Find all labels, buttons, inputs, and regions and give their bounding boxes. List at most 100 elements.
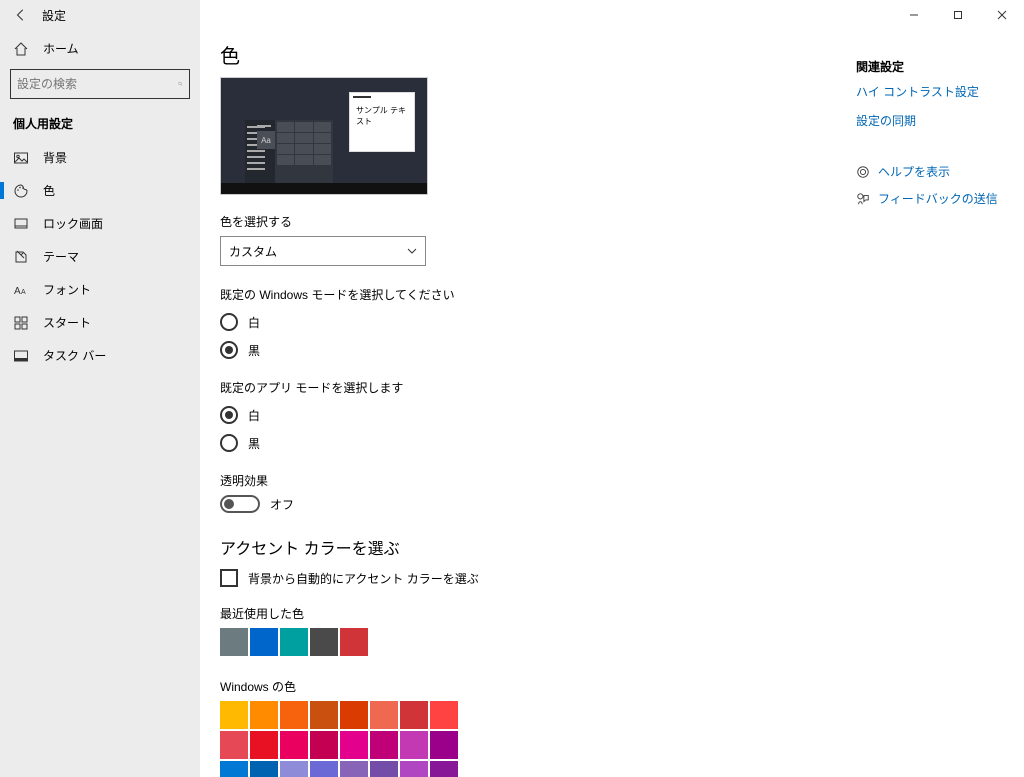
color-swatch[interactable] [400, 701, 428, 729]
sidebar-item-lockscreen[interactable]: ロック画面 [0, 207, 200, 240]
color-swatch[interactable] [340, 628, 368, 656]
color-swatch[interactable] [220, 628, 248, 656]
color-swatch[interactable] [430, 701, 458, 729]
page-title: 色 [220, 40, 836, 69]
radio-label: 黒 [248, 435, 260, 452]
color-swatch[interactable] [370, 701, 398, 729]
search-input-wrapper[interactable] [10, 69, 190, 99]
color-swatch[interactable] [280, 628, 308, 656]
color-swatch[interactable] [370, 731, 398, 759]
link-feedback-label[interactable]: フィードバックの送信 [878, 190, 998, 207]
radio-icon [220, 434, 238, 452]
sidebar-item-themes[interactable]: テーマ [0, 240, 200, 273]
preview-aa-tile: Aa [257, 131, 275, 149]
color-swatch[interactable] [280, 761, 308, 777]
home-nav-item[interactable]: ホーム [0, 32, 200, 65]
sidebar-item-background[interactable]: 背景 [0, 141, 200, 174]
app-mode-group: 白 黒 [220, 406, 836, 452]
link-help-label[interactable]: ヘルプを表示 [878, 163, 950, 180]
color-swatch[interactable] [370, 761, 398, 777]
radio-label: 白 [248, 314, 260, 331]
sidebar-item-label: 色 [43, 182, 55, 199]
link-help[interactable]: ヘルプを表示 [856, 163, 1004, 180]
picture-icon [13, 150, 29, 166]
color-swatch[interactable] [250, 701, 278, 729]
app-mode-option-light[interactable]: 白 [220, 406, 836, 424]
transparency-state: オフ [270, 496, 294, 513]
start-icon [13, 315, 29, 331]
chevron-down-icon [407, 246, 417, 256]
main-content: 色 Aa サンプル テキスト 色を選択する カスタム [200, 0, 1024, 777]
auto-accent-row[interactable]: 背景から自動的にアクセント カラーを選ぶ [220, 569, 836, 587]
auto-accent-checkbox[interactable] [220, 569, 238, 587]
choose-color-dropdown[interactable]: カスタム [220, 236, 426, 266]
sidebar-item-label: フォント [43, 281, 91, 298]
sidebar-item-label: 背景 [43, 149, 67, 166]
sidebar-item-taskbar[interactable]: タスク バー [0, 339, 200, 372]
close-button[interactable] [980, 0, 1024, 30]
transparency-toggle-row: オフ [220, 495, 836, 513]
home-icon [13, 41, 29, 57]
color-swatch[interactable] [310, 731, 338, 759]
radio-label: 白 [248, 407, 260, 424]
color-swatch[interactable] [220, 701, 248, 729]
color-swatch[interactable] [430, 761, 458, 777]
color-swatch[interactable] [250, 628, 278, 656]
color-swatch[interactable] [310, 628, 338, 656]
minimize-button[interactable] [892, 0, 936, 30]
back-button[interactable] [0, 0, 42, 30]
transparency-toggle[interactable] [220, 495, 260, 513]
sidebar-item-fonts[interactable]: AA フォント [0, 273, 200, 306]
color-swatch[interactable] [340, 761, 368, 777]
feedback-icon [856, 192, 870, 206]
color-swatch[interactable] [310, 761, 338, 777]
search-input[interactable] [11, 77, 178, 91]
settings-sidebar: 設定 ホーム 個人用設定 背景 色 ロック画面 テーマ AA フォント [0, 0, 200, 777]
arrow-left-icon [14, 8, 28, 22]
sidebar-item-label: テーマ [43, 248, 79, 265]
windows-mode-option-dark[interactable]: 黒 [220, 341, 836, 359]
sidebar-item-colors[interactable]: 色 [0, 174, 200, 207]
sidebar-item-label: タスク バー [43, 347, 106, 364]
link-high-contrast[interactable]: ハイ コントラスト設定 [856, 83, 1004, 100]
color-swatch[interactable] [250, 731, 278, 759]
preview-sample-text: サンプル テキスト [356, 106, 406, 126]
windows-mode-option-light[interactable]: 白 [220, 313, 836, 331]
radio-icon [220, 313, 238, 331]
color-swatch[interactable] [220, 731, 248, 759]
radio-icon [220, 341, 238, 359]
font-icon: AA [13, 282, 29, 298]
radio-icon [220, 406, 238, 424]
radio-label: 黒 [248, 342, 260, 359]
preview-start-menu [245, 120, 333, 185]
color-swatch[interactable] [310, 701, 338, 729]
recent-colors-label: 最近使用した色 [220, 605, 836, 622]
color-swatch[interactable] [280, 701, 308, 729]
link-sync-settings[interactable]: 設定の同期 [856, 112, 1004, 129]
color-swatch[interactable] [220, 761, 248, 777]
home-label: ホーム [43, 40, 79, 57]
sidebar-nav: 背景 色 ロック画面 テーマ AA フォント スタート タスク バー [0, 141, 200, 372]
maximize-button[interactable] [936, 0, 980, 30]
related-settings-header: 関連設定 [856, 58, 1004, 75]
color-swatch[interactable] [250, 761, 278, 777]
app-name: 設定 [42, 7, 66, 24]
color-swatch[interactable] [430, 731, 458, 759]
color-swatch[interactable] [340, 701, 368, 729]
taskbar-icon [13, 348, 29, 364]
transparency-label: 透明効果 [220, 472, 836, 489]
color-swatch[interactable] [400, 761, 428, 777]
preview-taskbar [221, 183, 427, 194]
preview-start-tiles [275, 120, 333, 185]
app-mode-label: 既定のアプリ モードを選択します [220, 379, 836, 396]
sidebar-item-label: スタート [43, 314, 91, 331]
color-swatch[interactable] [340, 731, 368, 759]
preview-sample-window: サンプル テキスト [349, 92, 415, 152]
windows-colors-label: Windows の色 [220, 678, 836, 695]
color-swatch[interactable] [280, 731, 308, 759]
link-feedback[interactable]: フィードバックの送信 [856, 190, 1004, 207]
color-swatch[interactable] [400, 731, 428, 759]
app-mode-option-dark[interactable]: 黒 [220, 434, 836, 452]
choose-color-label: 色を選択する [220, 213, 836, 230]
sidebar-item-start[interactable]: スタート [0, 306, 200, 339]
